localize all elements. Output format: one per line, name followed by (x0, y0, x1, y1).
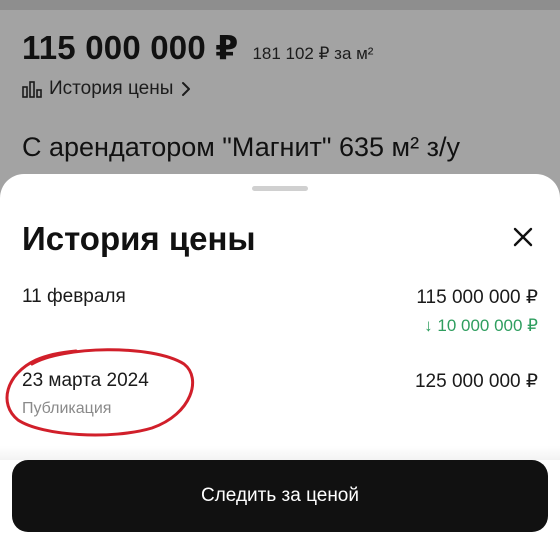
entry-price: 115 000 000 ₽ (416, 287, 538, 308)
price-history-link[interactable]: История цены (22, 78, 192, 100)
entry-price: 125 000 000 ₽ (414, 371, 538, 392)
red-circle-annotation (5, 348, 194, 437)
follow-price-button[interactable]: Следить за ценой (12, 460, 548, 532)
listing-price-row: 115 000 000 ₽ 181 102 ₽ за м² (22, 28, 373, 67)
chevron-right-icon (180, 81, 192, 97)
entry-price-change: ↓ 10 000 000 ₽ (424, 316, 538, 335)
price-history-sheet: История цены 11 февраля 115 000 000 ₽ ↓ … (0, 174, 560, 560)
close-icon (512, 226, 534, 253)
sheet-drag-handle[interactable] (252, 186, 308, 191)
bar-chart-icon (22, 80, 42, 98)
price-history-link-label: История цены (49, 78, 174, 99)
button-area-divider (0, 446, 560, 460)
close-button[interactable] (508, 224, 538, 254)
listing-title: С арендатором "Магнит" 635 м² з/у (22, 132, 460, 162)
sheet-title: История цены (22, 220, 256, 257)
entry-date: 11 февраля (22, 286, 126, 307)
listing-price: 115 000 000 ₽ (22, 29, 239, 66)
top-image-strip (0, 0, 560, 10)
listing-price-per-m2: 181 102 ₽ за м² (252, 44, 374, 63)
